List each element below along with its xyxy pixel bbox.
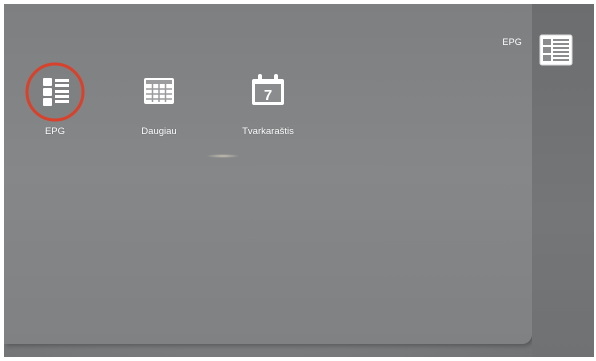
screen-glare xyxy=(206,154,240,158)
epg-list-icon xyxy=(43,78,69,106)
menu-item-label: Daugiau xyxy=(141,126,177,137)
grid-table-icon xyxy=(144,78,174,104)
epg-list-icon xyxy=(539,34,573,66)
menu-item-epg[interactable]: EPG xyxy=(15,62,95,137)
menu-item-label: EPG xyxy=(44,126,66,137)
calendar-day: 7 xyxy=(264,87,272,104)
main-menu-panel xyxy=(4,4,532,344)
breadcrumb: EPG xyxy=(502,37,522,47)
menu-item-tvarkarastis[interactable]: 7 Tvarkaraštis xyxy=(228,62,308,137)
menu-item-daugiau[interactable]: Daugiau xyxy=(119,62,199,137)
tv-screen xyxy=(4,4,594,357)
epg-tile-icon-wrap xyxy=(25,62,85,122)
tvarkarastis-tile-icon-wrap: 7 xyxy=(238,62,298,122)
menu-item-label: Tvarkaraštis xyxy=(242,126,294,137)
calendar-icon: 7 xyxy=(252,74,284,105)
daugiau-tile-icon-wrap xyxy=(129,62,189,122)
